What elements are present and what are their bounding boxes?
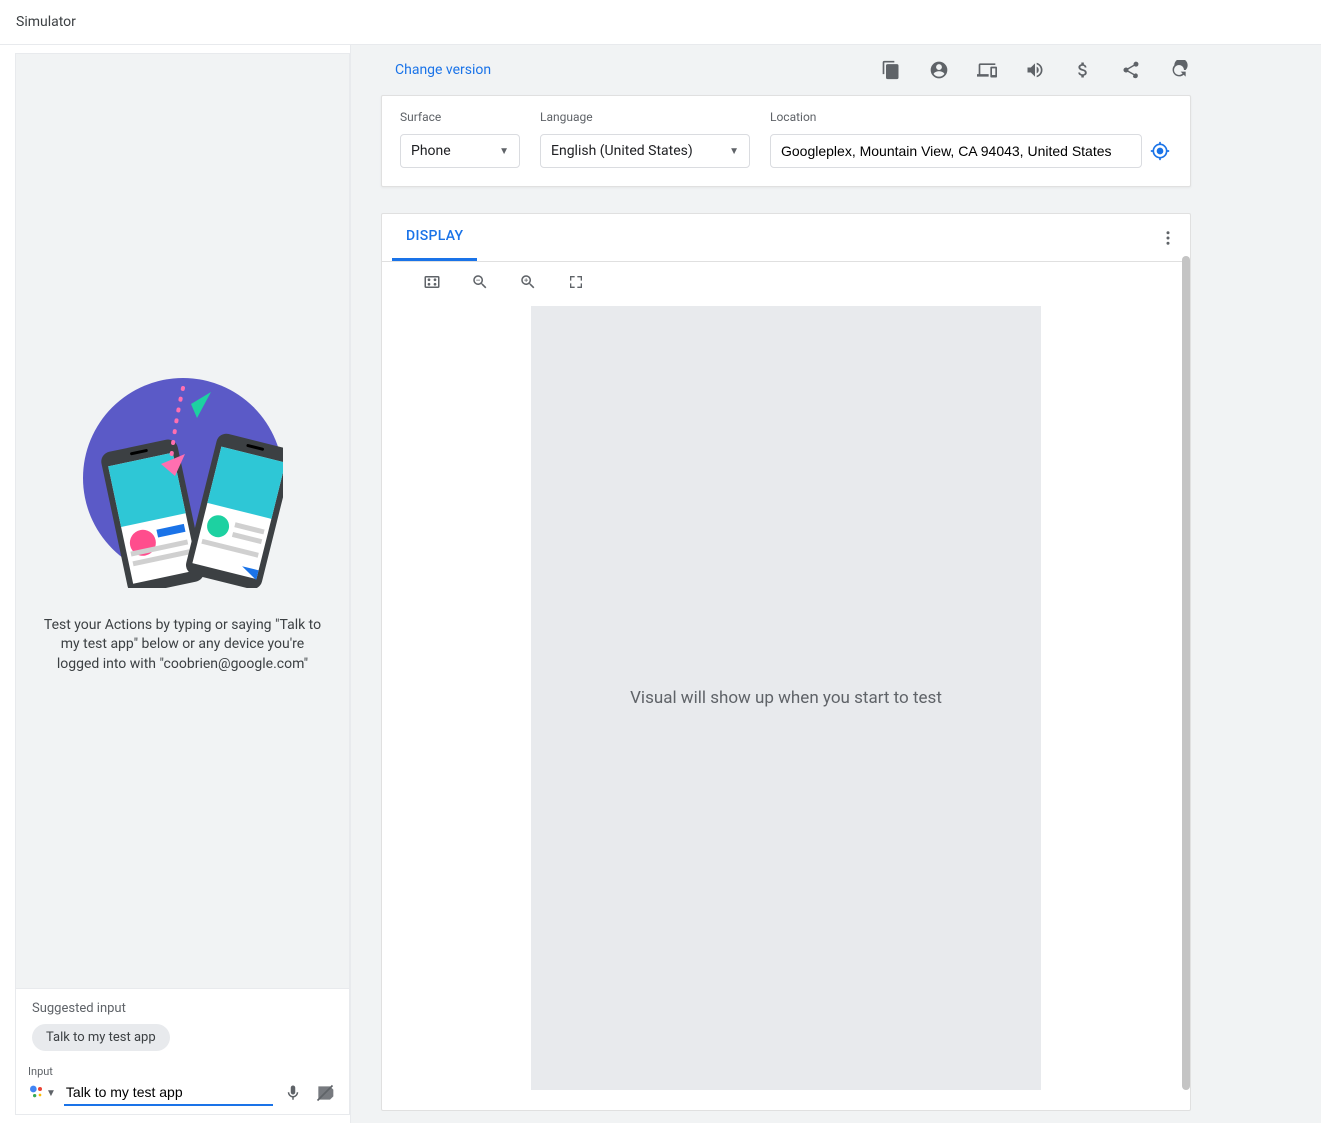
hero-illustration: [83, 368, 283, 592]
locate-me-button[interactable]: [1148, 139, 1172, 163]
devices-icon[interactable]: [975, 58, 999, 82]
mic-button[interactable]: [281, 1081, 305, 1105]
conversation-panel: Test your Actions by typing or saying "T…: [15, 53, 350, 1115]
zoom-out-icon[interactable]: [470, 272, 490, 292]
surface-dropdown[interactable]: Phone ▼: [400, 134, 520, 168]
zoom-in-icon[interactable]: [518, 272, 538, 292]
intro-text: Test your Actions by typing or saying "T…: [43, 616, 323, 675]
location-label: Location: [770, 110, 1172, 124]
assistant-mode-dropdown[interactable]: ▼: [28, 1083, 56, 1103]
share-icon[interactable]: [1119, 58, 1143, 82]
dollar-icon[interactable]: [1071, 58, 1095, 82]
volume-icon[interactable]: [1023, 58, 1047, 82]
chevron-down-icon: ▼: [729, 146, 739, 157]
display-canvas: Visual will show up when you start to te…: [531, 306, 1041, 1090]
language-label: Language: [540, 110, 750, 124]
topbar-icon-group: [879, 58, 1191, 82]
assistant-icon: [28, 1083, 44, 1103]
right-topbar: Change version: [381, 45, 1191, 95]
suggested-chip[interactable]: Talk to my test app: [32, 1024, 170, 1051]
display-placeholder-text: Visual will show up when you start to te…: [630, 688, 942, 708]
location-input[interactable]: [770, 134, 1142, 168]
voice-disabled-icon[interactable]: [313, 1081, 337, 1105]
page-title: Simulator: [16, 14, 76, 30]
surface-value: Phone: [411, 143, 451, 159]
surface-setting: Surface Phone ▼: [400, 110, 520, 168]
page-title-bar: Simulator: [0, 0, 1321, 45]
fullscreen-icon[interactable]: [566, 272, 586, 292]
simulator-settings-card: Surface Phone ▼ Language English (United…: [381, 95, 1191, 187]
location-setting: Location: [770, 110, 1172, 168]
language-dropdown[interactable]: English (United States) ▼: [540, 134, 750, 168]
chevron-down-icon: ▼: [46, 1088, 56, 1099]
change-version-link[interactable]: Change version: [381, 62, 491, 78]
fit-screen-icon[interactable]: [422, 272, 442, 292]
chat-empty-state: Test your Actions by typing or saying "T…: [16, 54, 349, 988]
suggested-input-section: Suggested input Talk to my test app: [16, 988, 349, 1059]
right-panel: Change version Surface Phone ▼ Langua: [350, 45, 1321, 1123]
refresh-icon[interactable]: [1167, 58, 1191, 82]
copy-icon[interactable]: [879, 58, 903, 82]
user-icon[interactable]: [927, 58, 951, 82]
language-setting: Language English (United States) ▼: [540, 110, 750, 168]
display-toolbar: [382, 262, 1190, 302]
chevron-down-icon: ▼: [499, 146, 509, 157]
scrollbar[interactable]: [1182, 256, 1190, 1090]
display-card: DISPLAY Visual will show up when you sta…: [381, 213, 1191, 1111]
more-options-button[interactable]: [1156, 226, 1180, 250]
message-input[interactable]: [64, 1080, 273, 1106]
tab-display[interactable]: DISPLAY: [392, 214, 477, 261]
input-section: Input ▼: [16, 1059, 349, 1114]
display-canvas-wrap: Visual will show up when you start to te…: [382, 302, 1190, 1110]
suggested-input-label: Suggested input: [32, 1001, 333, 1016]
input-label: Input: [28, 1065, 337, 1078]
surface-label: Surface: [400, 110, 520, 124]
language-value: English (United States): [551, 143, 693, 159]
app-body: Test your Actions by typing or saying "T…: [0, 45, 1321, 1123]
display-tabs: DISPLAY: [382, 214, 1190, 262]
